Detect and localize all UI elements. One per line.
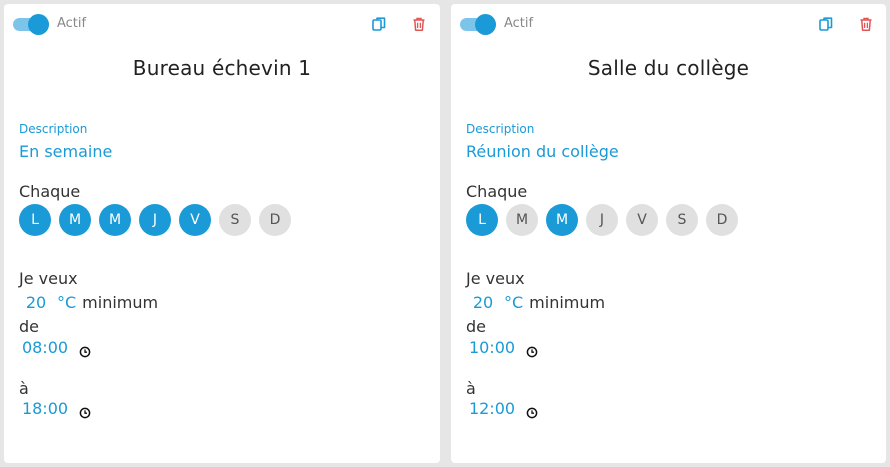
- schedule-title: Bureau échevin 1: [132, 56, 312, 80]
- active-label: Actif: [504, 16, 534, 31]
- clock-icon[interactable]: [79, 343, 91, 357]
- day-button[interactable]: L: [19, 204, 51, 236]
- description-label: Description: [19, 122, 88, 136]
- temperature-unit: °C: [57, 293, 77, 312]
- description-field[interactable]: Réunion du collège: [466, 142, 619, 161]
- temperature-row: 20 °C minimum: [466, 293, 605, 312]
- day-button[interactable]: S: [666, 204, 698, 236]
- to-time-input[interactable]: 18:00: [19, 399, 71, 418]
- schedule-card: Actif Salle du collège Description Réuni…: [451, 4, 886, 463]
- temperature-unit: °C: [504, 293, 524, 312]
- day-button[interactable]: J: [586, 204, 618, 236]
- schedule-list: Actif Bureau échevin 1 Description En se…: [0, 0, 890, 467]
- day-button[interactable]: D: [259, 204, 291, 236]
- day-button[interactable]: J: [139, 204, 171, 236]
- day-button[interactable]: M: [506, 204, 538, 236]
- clock-icon[interactable]: [79, 404, 91, 418]
- day-button[interactable]: S: [219, 204, 251, 236]
- from-time-input[interactable]: 08:00: [19, 338, 71, 357]
- from-time-row: 10:00: [466, 338, 538, 357]
- day-button[interactable]: V: [626, 204, 658, 236]
- day-button[interactable]: V: [179, 204, 211, 236]
- toggle-knob: [475, 14, 496, 35]
- copy-icon[interactable]: [818, 16, 834, 32]
- from-label: de: [19, 317, 39, 336]
- every-label: Chaque: [466, 182, 528, 201]
- from-time-input[interactable]: 10:00: [466, 338, 518, 357]
- day-button[interactable]: M: [99, 204, 131, 236]
- to-label: à: [19, 379, 29, 398]
- day-selector: L M M J V S D: [466, 204, 738, 236]
- to-time-row: 18:00: [19, 399, 91, 418]
- to-time-row: 12:00: [466, 399, 538, 418]
- to-label: à: [466, 379, 476, 398]
- day-button[interactable]: M: [59, 204, 91, 236]
- from-label: de: [466, 317, 486, 336]
- schedule-title: Salle du collège: [587, 56, 750, 80]
- from-time-row: 08:00: [19, 338, 91, 357]
- description-label: Description: [466, 122, 535, 136]
- minimum-label: minimum: [529, 293, 606, 312]
- trash-icon[interactable]: [411, 16, 427, 32]
- want-label: Je veux: [19, 269, 78, 288]
- active-toggle[interactable]: [13, 14, 51, 35]
- day-button[interactable]: M: [546, 204, 578, 236]
- temperature-input[interactable]: 20: [19, 293, 53, 312]
- temperature-input[interactable]: 20: [466, 293, 500, 312]
- active-toggle[interactable]: [460, 14, 498, 35]
- day-selector: L M M J V S D: [19, 204, 291, 236]
- trash-icon[interactable]: [858, 16, 874, 32]
- want-label: Je veux: [466, 269, 525, 288]
- active-label: Actif: [57, 16, 87, 31]
- description-field[interactable]: En semaine: [19, 142, 112, 161]
- minimum-label: minimum: [82, 293, 159, 312]
- clock-icon[interactable]: [526, 404, 538, 418]
- day-button[interactable]: L: [466, 204, 498, 236]
- day-button[interactable]: D: [706, 204, 738, 236]
- copy-icon[interactable]: [371, 16, 387, 32]
- every-label: Chaque: [19, 182, 81, 201]
- to-time-input[interactable]: 12:00: [466, 399, 518, 418]
- schedule-card: Actif Bureau échevin 1 Description En se…: [4, 4, 440, 463]
- temperature-row: 20 °C minimum: [19, 293, 158, 312]
- toggle-knob: [28, 14, 49, 35]
- clock-icon[interactable]: [526, 343, 538, 357]
